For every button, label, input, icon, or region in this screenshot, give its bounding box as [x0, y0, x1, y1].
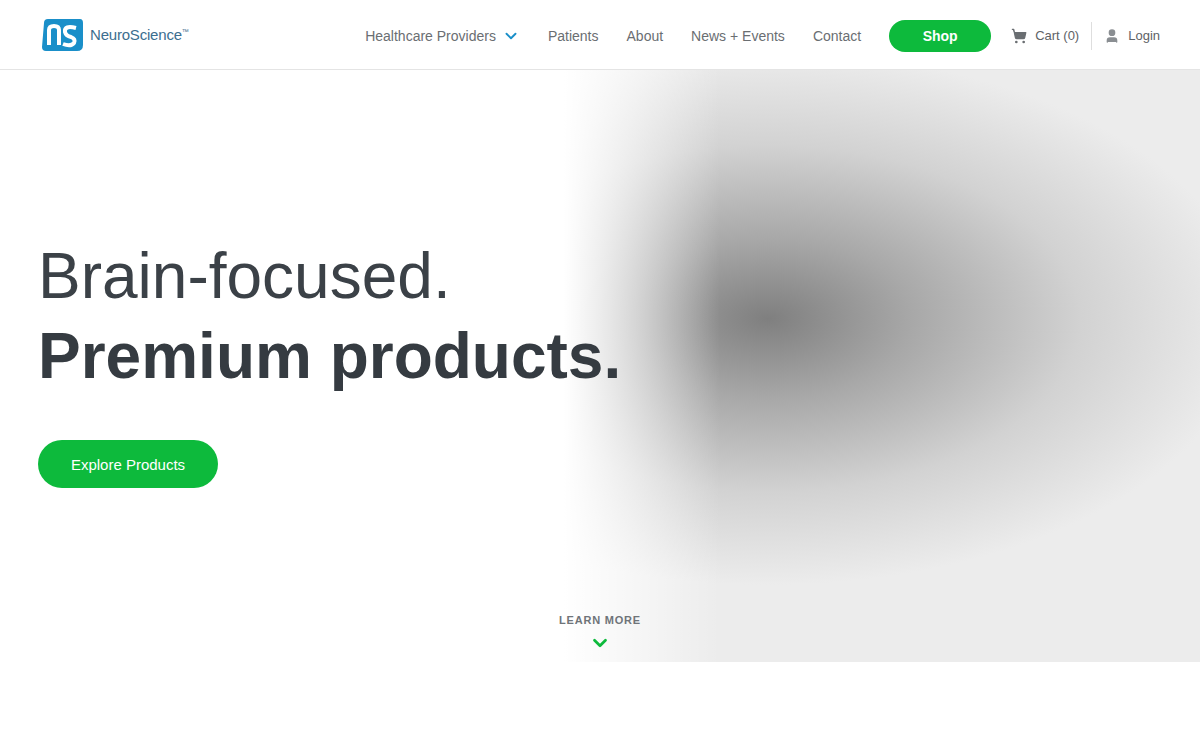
explore-button[interactable]: Explore Products [38, 440, 218, 488]
page: NeuroScience™ Healthcare Providers Patient… [0, 0, 1200, 740]
chevron-down-icon [589, 632, 611, 654]
user-icon [1104, 28, 1120, 44]
nav-item[interactable]: Healthcare Providers [365, 27, 520, 45]
hero-subtitle: Premium products. [38, 316, 1200, 396]
chevron-down-icon [502, 27, 520, 45]
logo[interactable]: NeuroScience™ [40, 17, 189, 53]
nav-item[interactable]: Contact [813, 28, 861, 44]
divider [1091, 22, 1092, 50]
cart-link[interactable]: Cart (0) [1011, 28, 1079, 44]
logo-text: NeuroScience™ [90, 26, 189, 43]
cart-icon [1011, 28, 1027, 44]
logo-icon [40, 17, 84, 53]
trademark: ™ [182, 28, 189, 35]
learn-more-link[interactable]: LEARN MORE [0, 614, 1200, 654]
hero-title: Brain-focused. [38, 236, 1200, 316]
shop-button[interactable]: Shop [889, 20, 991, 52]
hero: Brain-focused.Premium products. Explore P… [0, 70, 1200, 662]
nav-item[interactable]: Patients [548, 28, 599, 44]
utility-links: Cart (0) Login [1011, 22, 1160, 50]
nav-item[interactable]: News + Events [691, 28, 785, 44]
header: NeuroScience™ Healthcare Providers Patient… [0, 0, 1200, 70]
main-nav: Healthcare Providers Patients About News + … [365, 18, 1160, 52]
nav-item[interactable]: About [627, 28, 664, 44]
login-link[interactable]: Login [1104, 28, 1160, 44]
